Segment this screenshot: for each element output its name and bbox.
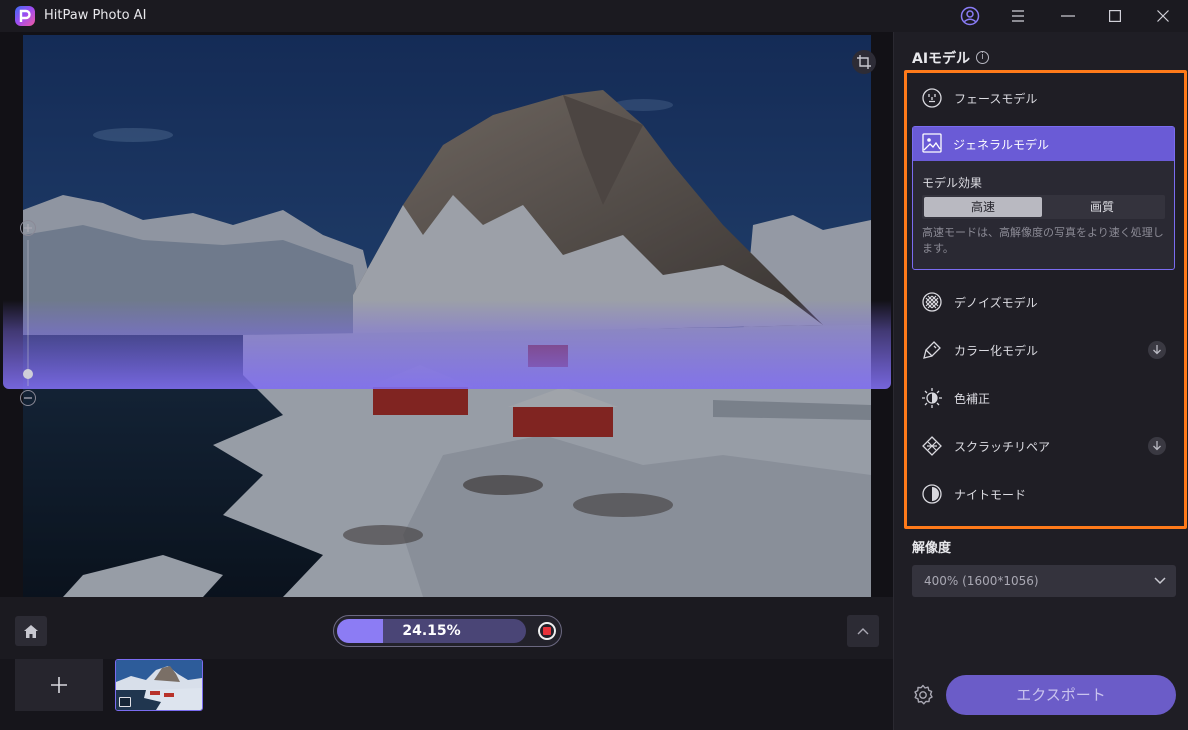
chevron-down-icon: [1152, 573, 1168, 589]
info-icon[interactable]: i: [976, 51, 989, 64]
plus-circle-icon[interactable]: [20, 220, 36, 236]
model-label: スクラッチリペア: [954, 439, 1051, 454]
image-canvas[interactable]: [0, 32, 893, 597]
minimize-icon[interactable]: [1056, 4, 1080, 28]
effect-description: 高速モードは、高解像度の写真をより速く処理します。: [922, 226, 1164, 255]
download-icon[interactable]: [1148, 341, 1166, 359]
sun-icon: [921, 387, 943, 409]
add-image-button[interactable]: [15, 659, 103, 711]
thumbnail-strip: [0, 659, 893, 730]
hamburger-menu-icon[interactable]: [1006, 4, 1030, 28]
model-item-color-correction[interactable]: 色補正: [921, 383, 1171, 413]
model-label: デノイズモデル: [954, 295, 1038, 310]
crop-icon[interactable]: [852, 50, 876, 74]
effect-option-quality[interactable]: 画質: [1043, 197, 1161, 217]
half-moon-icon: [921, 483, 943, 505]
ai-models-title: AIモデル: [912, 51, 971, 67]
model-label: フェースモデル: [954, 91, 1038, 106]
download-icon[interactable]: [1148, 437, 1166, 455]
close-icon[interactable]: [1151, 4, 1175, 28]
app-logo-icon: [14, 5, 36, 27]
model-effect-label: モデル効果: [922, 176, 983, 190]
model-label: ジェネラルモデル: [953, 137, 1050, 152]
face-icon: [921, 87, 943, 109]
model-card-general[interactable]: ジェネラルモデル モデル効果 高速 画質 高速モードは、高解像度の写真をより速く…: [912, 126, 1175, 270]
model-label: 色補正: [954, 391, 991, 406]
export-button[interactable]: エクスポート: [946, 675, 1176, 715]
resolution-select[interactable]: 400% (1600*1056): [912, 565, 1176, 597]
ai-model-list: フェースモデル ジェネラルモデル モデル効果 高速 画質 高速モードは、高解像度…: [904, 70, 1187, 529]
denoise-icon: [921, 291, 943, 313]
zoom-slider-handle[interactable]: [23, 369, 33, 379]
zoom-slider-track[interactable]: [27, 240, 29, 386]
processing-scan-overlay: [3, 300, 891, 389]
model-item-scratch-repair[interactable]: スクラッチリペア: [921, 431, 1171, 461]
scratch-repair-icon: [921, 435, 943, 457]
resolution-title: 解像度: [912, 541, 952, 556]
model-label: ナイトモード: [954, 487, 1027, 502]
settings-panel: AIモデル i フェースモデル ジェネラルモデル モデル効果 高速 画質 高速モ…: [893, 32, 1188, 730]
stop-icon[interactable]: [538, 622, 556, 640]
progress-indicator: 24.15%: [333, 615, 562, 647]
paint-brush-icon: [921, 339, 943, 361]
chevron-up-icon[interactable]: [847, 615, 879, 647]
model-item-night-mode[interactable]: ナイトモード: [921, 479, 1171, 509]
model-item-face[interactable]: フェースモデル: [921, 83, 1171, 113]
progress-track: 24.15%: [337, 619, 526, 643]
effect-option-fast[interactable]: 高速: [924, 197, 1042, 217]
model-label: カラー化モデル: [954, 343, 1039, 358]
model-item-denoise[interactable]: デノイズモデル: [921, 287, 1171, 317]
title-bar: HitPaw Photo AI: [0, 0, 1188, 32]
image-icon: [119, 697, 131, 707]
progress-percent-label: 24.15%: [402, 623, 461, 639]
bottom-toolbar: 24.15%: [0, 597, 893, 659]
plus-icon: [51, 677, 67, 693]
home-icon[interactable]: [15, 616, 47, 646]
model-effect-toggle: 高速 画質: [922, 195, 1165, 219]
resolution-value: 400% (1600*1056): [924, 574, 1039, 588]
user-circle-icon[interactable]: [958, 4, 982, 28]
model-item-general[interactable]: ジェネラルモデル: [913, 127, 1174, 161]
model-item-colorize[interactable]: カラー化モデル: [921, 335, 1171, 365]
image-frame-icon: [922, 132, 942, 156]
app-title: HitPaw Photo AI: [44, 8, 147, 23]
minus-circle-icon[interactable]: [20, 390, 36, 406]
gear-icon[interactable]: [911, 683, 935, 707]
image-thumbnail[interactable]: [115, 659, 203, 711]
maximize-icon[interactable]: [1103, 4, 1127, 28]
